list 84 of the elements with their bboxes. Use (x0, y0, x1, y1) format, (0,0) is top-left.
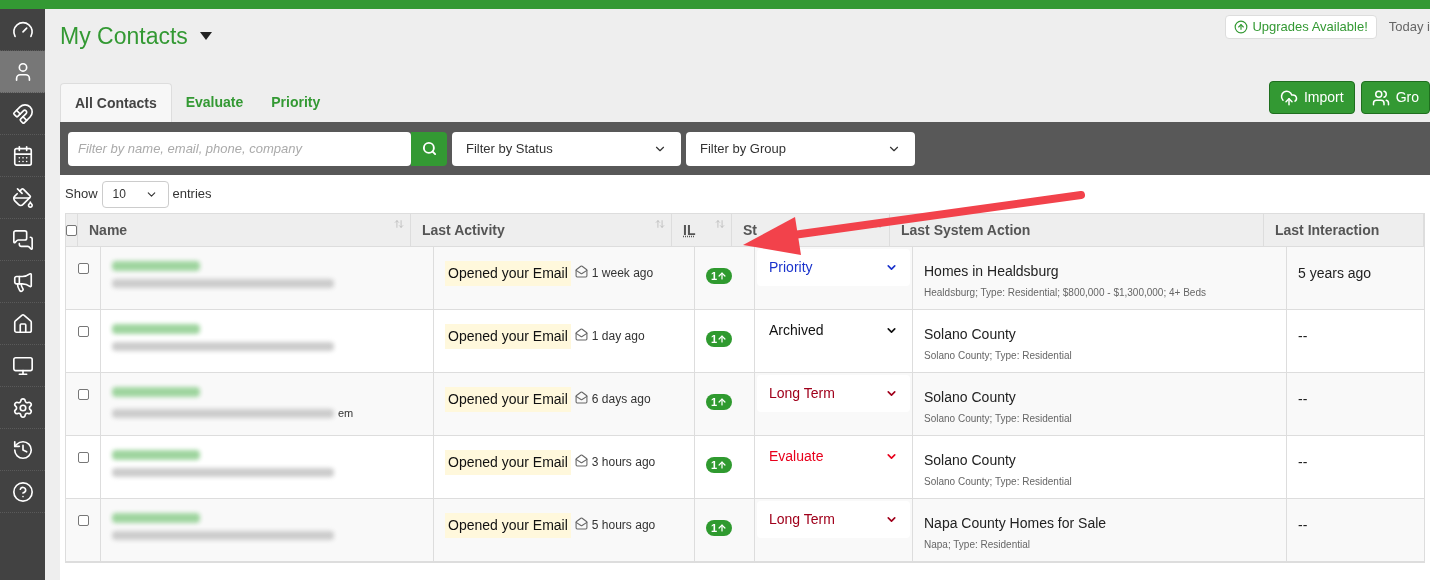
tab[interactable]: All Contacts (60, 83, 172, 122)
row-checkbox[interactable] (77, 389, 89, 400)
activity-time: 5 hours ago (591, 517, 656, 534)
help-icon (11, 480, 34, 503)
column-header[interactable]: Last System Action (901, 219, 1031, 241)
envelope-icon (574, 517, 588, 530)
envelope-icon (574, 454, 588, 467)
column-header[interactable]: St (743, 219, 757, 241)
column-header[interactable]: Name (89, 219, 128, 241)
envelope-icon (574, 265, 588, 278)
arrow-up-icon (717, 397, 728, 408)
action-detail: Solano County; Type: Residential (924, 475, 1073, 489)
interest-level-badge: 1 (706, 520, 733, 537)
email-fragment: em (338, 406, 354, 421)
action-title: Napa County Homes for Sale (924, 514, 1108, 533)
interest-level-badge: 1 (706, 268, 733, 285)
column-header[interactable]: Last Interaction (1275, 219, 1380, 241)
activity-time: 3 hours ago (591, 454, 656, 471)
settings-icon (11, 396, 34, 419)
group-filter[interactable]: Filter by Group (686, 131, 915, 166)
row-checkbox[interactable] (77, 263, 89, 274)
chat-icon (11, 228, 34, 251)
activity-label: Opened your Email (445, 450, 571, 475)
toolbar-button[interactable]: Gro (1360, 81, 1430, 114)
search-icon (421, 141, 437, 156)
action-title: Solano County (924, 325, 1017, 344)
last-interaction: -- (1298, 391, 1308, 407)
select-all-checkbox[interactable] (66, 224, 77, 236)
row-checkbox[interactable] (77, 452, 89, 463)
activity-time: 6 days ago (591, 391, 651, 408)
today-text: Today i (1388, 18, 1430, 37)
interest-level-badge: 1 (706, 457, 733, 474)
search-button[interactable] (411, 131, 447, 166)
activity-label: Opened your Email (445, 324, 571, 349)
interest-level-badge: 1 (706, 394, 733, 411)
arrow-up-icon (717, 334, 728, 345)
paint-bucket-icon (11, 186, 34, 209)
action-detail: Healdsburg; Type: Residential; $800,000 - $1,300,000; 4+ Beds (924, 286, 1207, 300)
arrow-up-icon (717, 460, 728, 471)
monitor-icon (11, 354, 34, 377)
last-interaction: -- (1298, 454, 1308, 470)
action-detail: Solano County; Type: Residential (924, 412, 1073, 426)
caret-icon[interactable] (199, 32, 212, 41)
show-label: Show (65, 185, 98, 204)
status-filter[interactable]: Filter by Status (452, 131, 681, 166)
entries-select[interactable]: 10 (101, 180, 169, 208)
row-checkbox[interactable] (77, 515, 89, 526)
column-header[interactable]: Last Activity (422, 219, 505, 241)
upload-icon (1234, 20, 1249, 34)
last-interaction: -- (1298, 517, 1308, 533)
arrow-up-icon (717, 271, 728, 282)
arrow-up-icon (717, 523, 728, 534)
status-select[interactable]: Priority (757, 249, 910, 286)
calendar-icon (11, 144, 34, 167)
activity-label: Opened your Email (445, 513, 571, 538)
activity-time: 1 week ago (591, 265, 654, 282)
entries-label: entries (172, 185, 212, 204)
page-title: My Contacts (60, 22, 188, 51)
status-select[interactable]: Long Term (757, 375, 910, 412)
action-title: Solano County (924, 388, 1017, 407)
action-title: Solano County (924, 451, 1017, 470)
interest-level-badge: 1 (706, 331, 733, 348)
row-checkbox[interactable] (77, 326, 89, 337)
action-detail: Napa; Type: Residential (924, 538, 1031, 552)
activity-label: Opened your Email (445, 387, 571, 412)
megaphone-icon (11, 270, 34, 293)
column-header[interactable]: IL (683, 219, 696, 241)
magnet-icon (11, 102, 34, 125)
last-interaction: 5 years ago (1298, 265, 1372, 281)
cloud-upload-icon (1279, 88, 1298, 107)
history-icon (11, 438, 34, 461)
home-icon (11, 312, 34, 335)
activity-time: 1 day ago (591, 328, 645, 345)
toolbar-button[interactable]: Import (1268, 81, 1355, 114)
envelope-icon (574, 328, 588, 341)
activity-label: Opened your Email (445, 261, 571, 286)
action-title: Homes in Healdsburg (924, 262, 1060, 281)
upgrades-button[interactable]: Upgrades Available! (1225, 15, 1377, 39)
action-detail: Solano County; Type: Residential (924, 349, 1073, 363)
envelope-icon (574, 391, 588, 404)
group-icon (1371, 88, 1390, 107)
last-interaction: -- (1298, 328, 1308, 344)
status-select[interactable]: Long Term (757, 501, 910, 538)
search-field[interactable]: Filter by name, email, phone, company (68, 131, 411, 166)
